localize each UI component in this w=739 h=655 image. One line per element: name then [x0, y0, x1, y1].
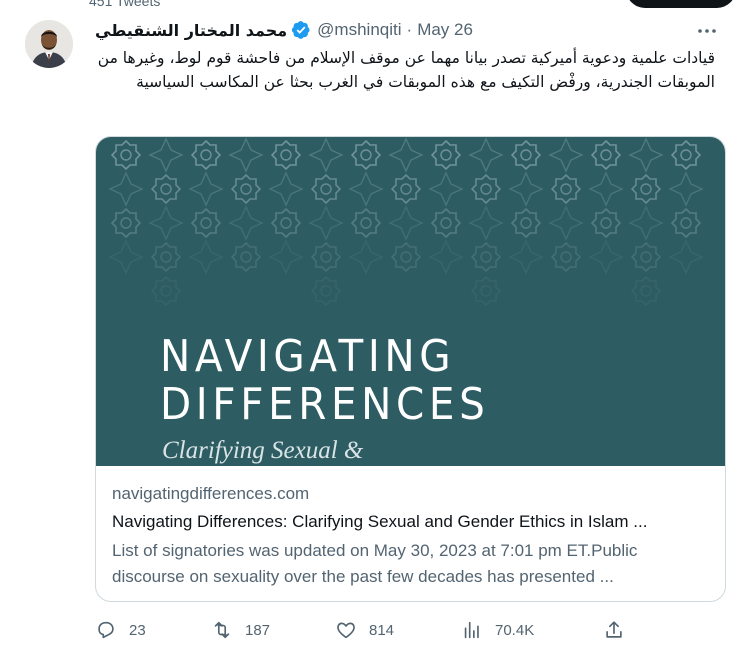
tweet[interactable]: محمد المختار الشنقيطي @mshinqiti · May 2…	[0, 12, 739, 655]
geometric-pattern-graphic	[109, 138, 703, 306]
verified-badge-icon	[291, 20, 311, 40]
profile-action-button[interactable]	[626, 0, 736, 8]
more-dots-icon[interactable]	[695, 19, 719, 43]
tweet-actions: 23 187 814 70.4K	[95, 617, 635, 643]
heart-icon	[337, 622, 355, 639]
retweet-icon	[214, 621, 230, 639]
avatar[interactable]	[25, 20, 73, 68]
card-description: List of signatories was updated on May 3…	[112, 541, 638, 586]
reply-count: 23	[129, 621, 146, 639]
card-domain[interactable]: navigatingdifferences.com	[112, 482, 709, 506]
card-image-title-line1: NAVIGATING	[160, 331, 456, 382]
profile-header-strip: 451 Tweets	[0, 0, 739, 12]
display-name[interactable]: محمد المختار الشنقيطي	[95, 21, 287, 40]
card-image: NAVIGATING DIFFERENCES Clarifying Sexual…	[96, 137, 725, 466]
avatar-image	[25, 20, 73, 68]
tweets-count: 451 Tweets	[89, 0, 161, 9]
user-handle[interactable]: @mshinqiti	[317, 20, 401, 40]
views-chart-icon	[464, 621, 479, 639]
card-image-subtitle: Clarifying Sexual &	[162, 437, 364, 464]
tweet-timestamp[interactable]: May 26	[417, 20, 473, 40]
like-count: 814	[369, 621, 395, 639]
retweet-button[interactable]: 187	[211, 617, 270, 643]
reply-icon	[98, 621, 114, 639]
share-button[interactable]	[603, 617, 625, 643]
reply-button[interactable]: 23	[95, 617, 146, 643]
card-info[interactable]: navigatingdifferences.com Navigating Dif…	[96, 466, 725, 590]
link-card[interactable]: NAVIGATING DIFFERENCES Clarifying Sexual…	[95, 136, 726, 602]
share-icon	[606, 621, 622, 638]
retweet-count: 187	[245, 621, 271, 639]
separator-dot: ·	[406, 20, 413, 39]
tweet-header: محمد المختار الشنقيطي @mshinqiti · May 2…	[95, 17, 719, 43]
like-button[interactable]: 814	[335, 617, 394, 643]
tweet-text: قيادات علمية ودعوية أميركية تصدر بيانا م…	[97, 49, 715, 91]
views-count: 70.4K	[495, 621, 535, 639]
views-button[interactable]: 70.4K	[461, 617, 534, 643]
card-title[interactable]: Navigating Differences: Clarifying Sexua…	[112, 509, 709, 535]
card-image-title-line2: DIFFERENCES	[160, 379, 490, 430]
